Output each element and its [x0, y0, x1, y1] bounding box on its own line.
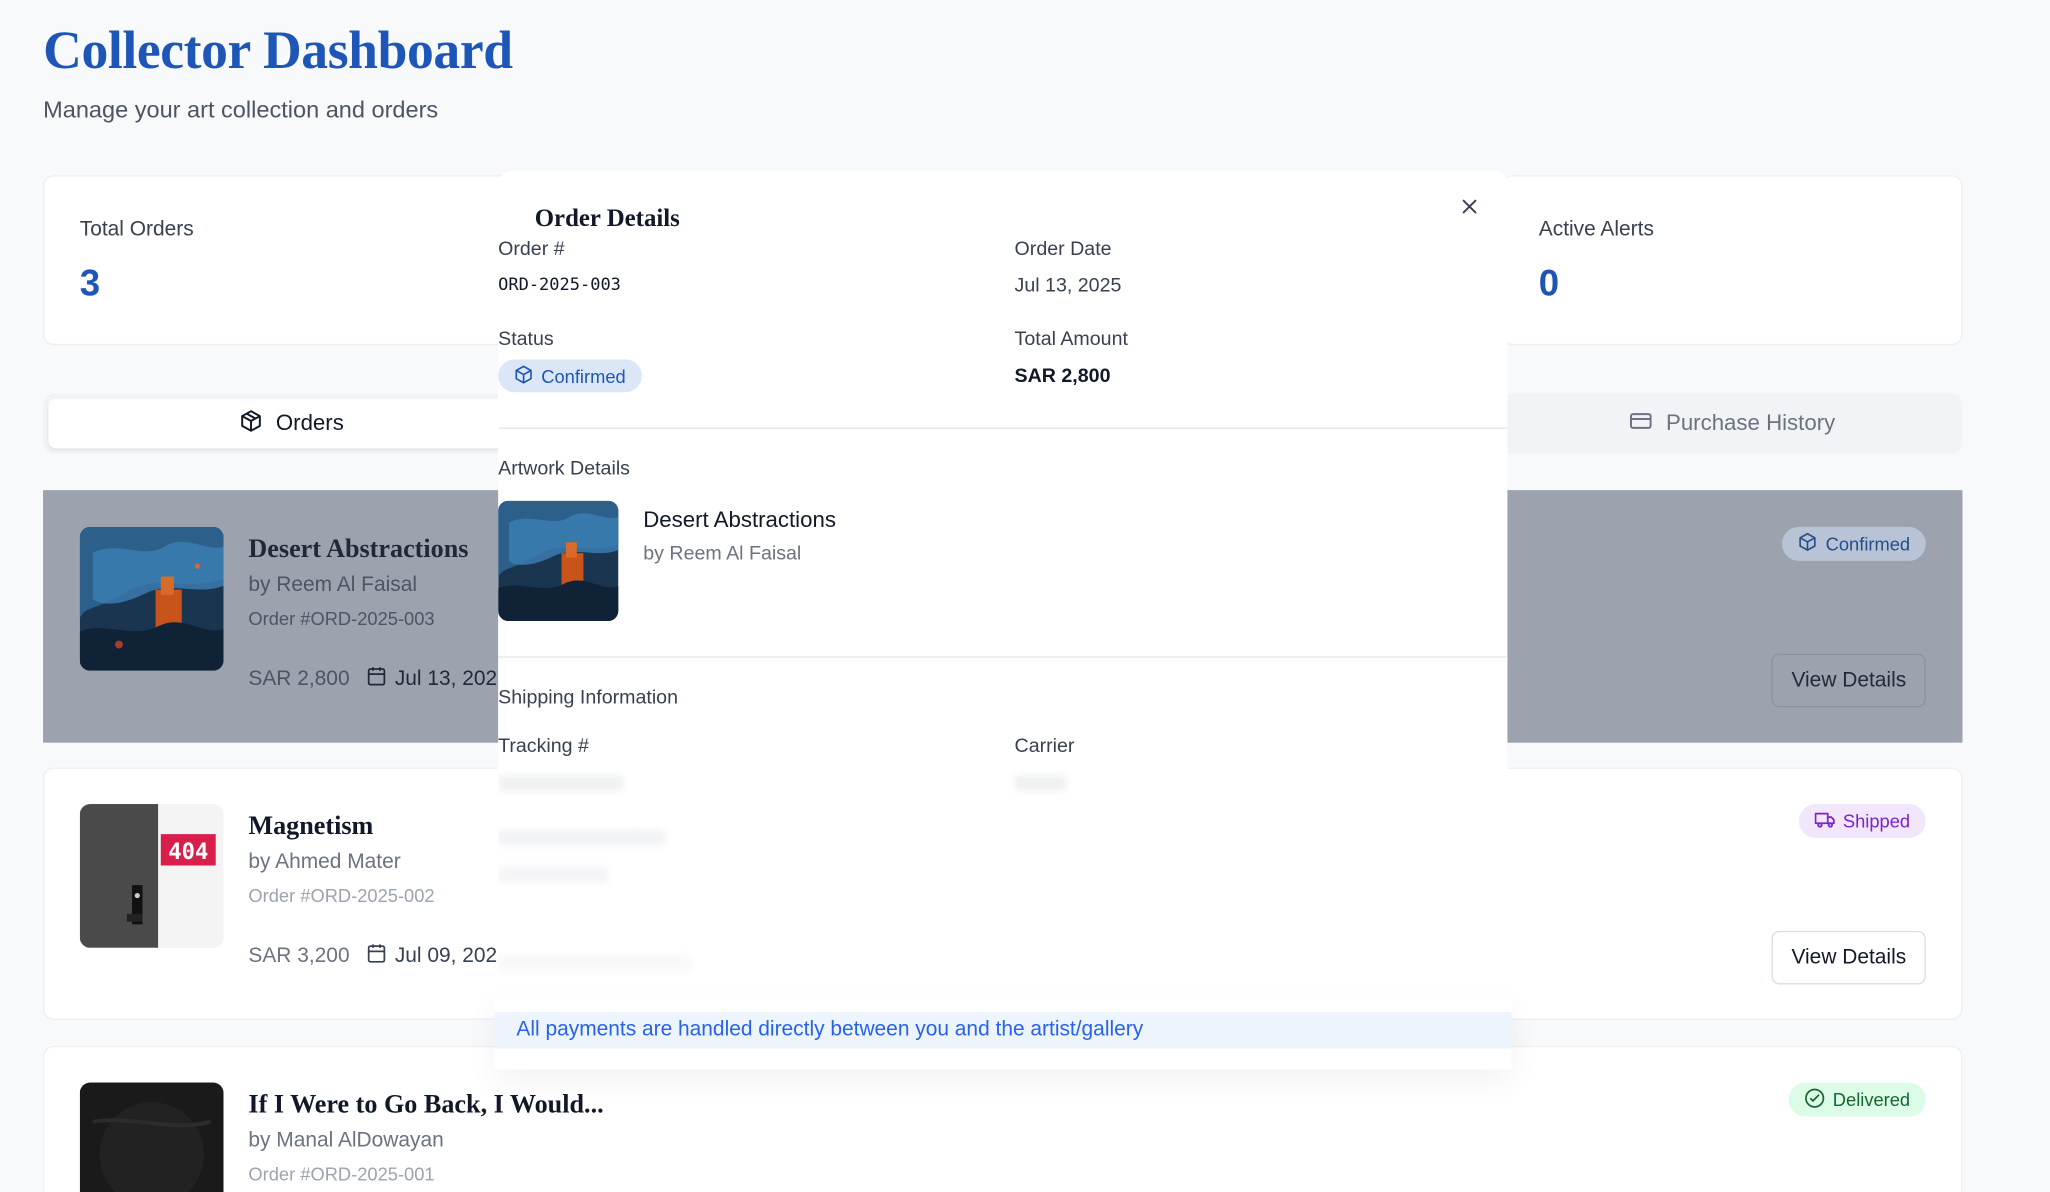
stat-label: Active Alerts: [1538, 218, 1654, 241]
status-text: Confirmed: [541, 365, 626, 387]
page-title: Collector Dashboard: [43, 19, 513, 80]
shipping-section-heading: Shipping Information: [498, 686, 679, 709]
artwork-thumbnail: [79, 1082, 224, 1192]
artwork-artist: by Reem Al Faisal: [643, 542, 802, 565]
order-artist: by Manal AlDowayan: [248, 1129, 444, 1152]
collector-dashboard-page: Collector Dashboard Manage your art coll…: [0, 0, 2050, 1192]
status-text: Shipped: [1842, 810, 1911, 832]
package-icon: [1798, 532, 1818, 556]
package-icon: [514, 364, 534, 388]
status-badge: Confirmed: [498, 359, 642, 393]
order-number: Order #ORD-2025-003: [248, 607, 435, 629]
order-number-value: ORD-2025-003: [498, 275, 621, 296]
order-details-modal: Order Details Order # ORD-2025-003 Order…: [498, 171, 1508, 1074]
order-price: SAR 3,200: [248, 945, 350, 968]
order-number-label: Order #: [498, 237, 565, 261]
stat-value: 3: [79, 262, 101, 304]
order-date-label: Order Date: [1014, 237, 1112, 261]
order-date: Jul 09, 2025: [366, 943, 509, 970]
order-artist: by Ahmed Mater: [248, 851, 401, 874]
tab-label: Purchase History: [1665, 410, 1836, 436]
artwork-title: Desert Abstractions: [643, 507, 836, 533]
order-artist: by Reem Al Faisal: [248, 573, 417, 597]
divider: [498, 427, 1508, 429]
divider: [498, 656, 1508, 658]
carrier-label: Carrier: [1014, 734, 1075, 757]
status-badge: Confirmed: [1782, 526, 1926, 561]
order-date-value: Jul 13, 2025: [1014, 274, 1122, 297]
status-text: Delivered: [1832, 1089, 1911, 1110]
modal-title: Order Details: [534, 205, 680, 233]
package-icon: [239, 409, 263, 439]
truck-icon: [1814, 809, 1835, 834]
tab-label: Orders: [275, 410, 344, 436]
thumb-404-text: 404: [168, 839, 208, 865]
artwork-section-heading: Artwork Details: [498, 457, 630, 480]
total-amount-value: SAR 2,800: [1014, 364, 1111, 387]
artwork-thumbnail: 404: [79, 804, 224, 948]
order-title[interactable]: Magnetism: [248, 812, 373, 842]
close-icon[interactable]: [1458, 195, 1482, 219]
credit-card-icon: [1629, 409, 1653, 439]
status-badge: Shipped: [1798, 804, 1926, 839]
order-price: SAR 2,800: [248, 668, 350, 691]
tracking-label: Tracking #: [498, 734, 589, 757]
view-details-button[interactable]: View Details: [1771, 930, 1926, 985]
order-date: Jul 13, 2025: [366, 665, 509, 692]
order-number: Order #ORD-2025-002: [248, 885, 435, 907]
view-details-button[interactable]: View Details: [1771, 653, 1926, 708]
check-circle-icon: [1804, 1087, 1825, 1112]
stat-card-total-orders: Total Orders 3: [43, 175, 540, 346]
order-title[interactable]: If I Were to Go Back, I Would...: [248, 1090, 603, 1120]
artwork-thumbnail: [79, 526, 224, 671]
order-date-text: Jul 13, 2025: [394, 667, 509, 690]
stat-card-active-alerts: Active Alerts 0: [1502, 175, 1963, 346]
stat-label: Total Orders: [79, 218, 194, 241]
tab-orders[interactable]: Orders: [48, 398, 535, 449]
tab-purchase-history[interactable]: Purchase History: [1507, 399, 1957, 449]
payment-info-note: All payments are handled directly betwee…: [494, 1011, 1512, 1049]
calendar-icon: [366, 943, 387, 970]
status-badge: Delivered: [1788, 1082, 1926, 1117]
order-number: Order #ORD-2025-001: [248, 1163, 435, 1185]
order-date-text: Jul 09, 2025: [394, 944, 509, 967]
total-amount-label: Total Amount: [1014, 328, 1128, 351]
stat-value: 0: [1538, 262, 1560, 304]
calendar-icon: [366, 665, 387, 692]
order-title[interactable]: Desert Abstractions: [248, 535, 468, 565]
status-label: Status: [498, 328, 554, 351]
artwork-thumbnail: [498, 500, 619, 622]
status-text: Confirmed: [1825, 533, 1911, 555]
page-subtitle: Manage your art collection and orders: [43, 96, 439, 123]
